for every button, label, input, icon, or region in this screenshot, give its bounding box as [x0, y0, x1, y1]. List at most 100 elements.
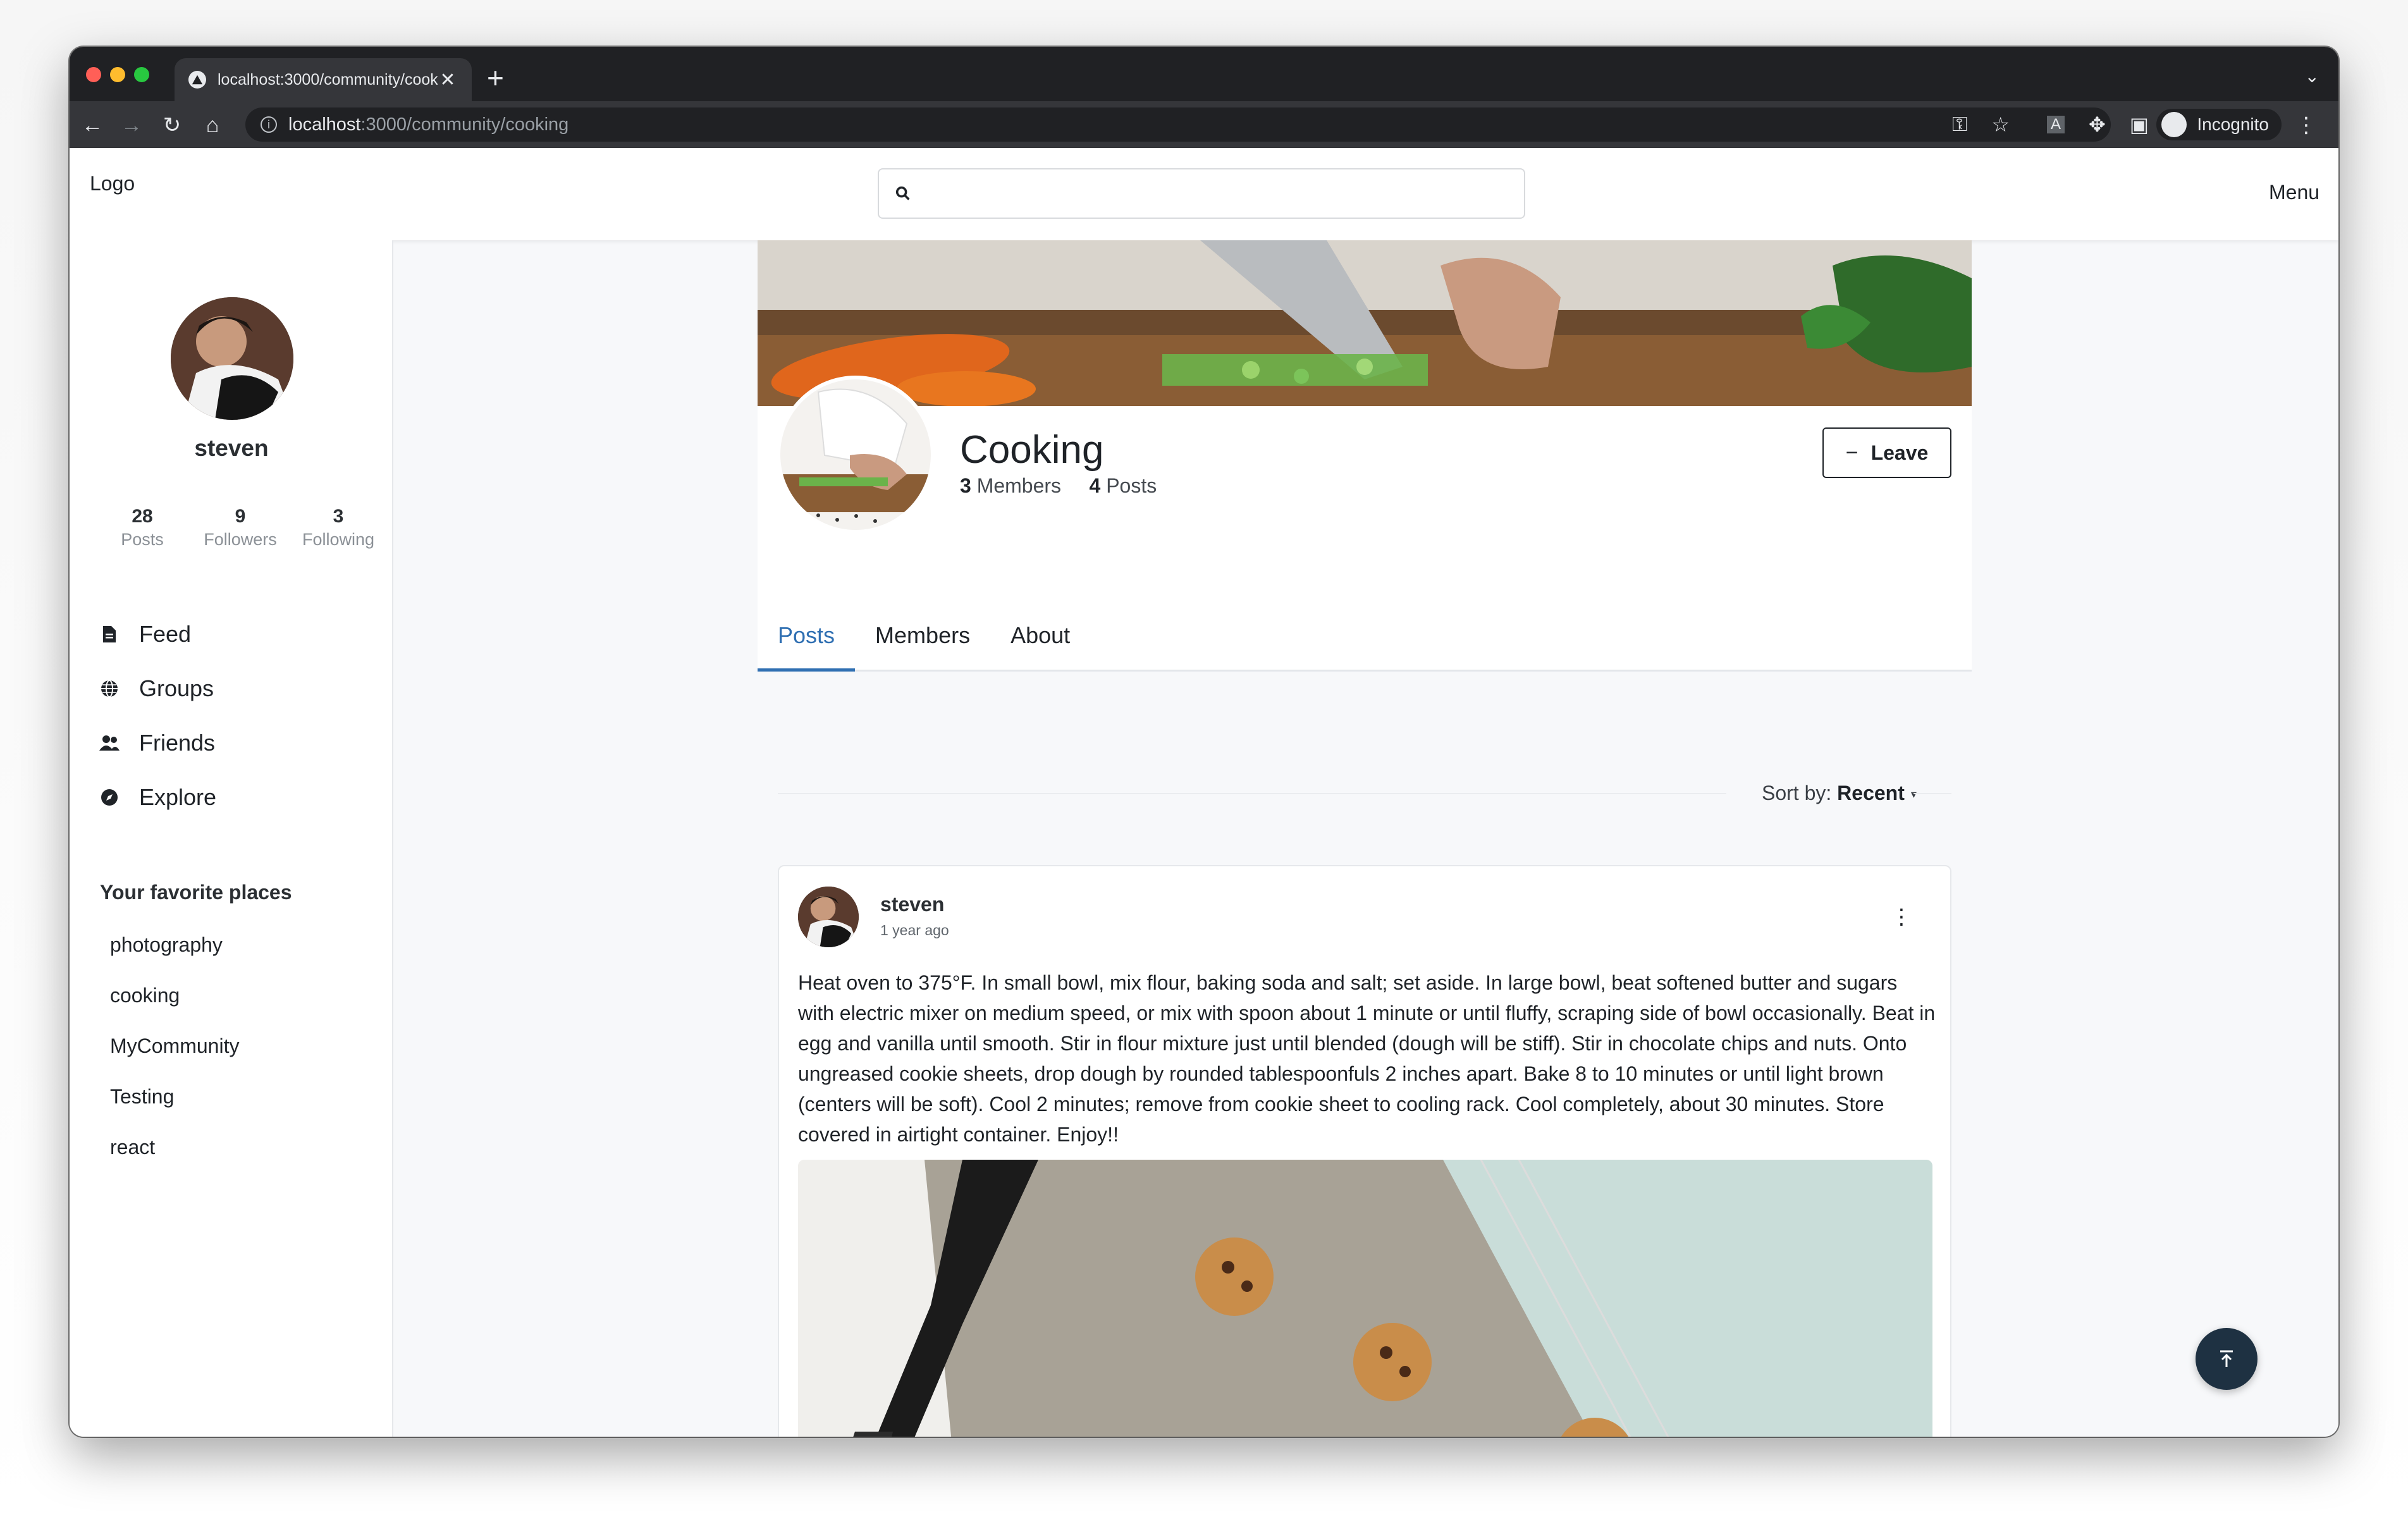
sidebar-item-friends[interactable]: Friends	[99, 716, 216, 770]
divider	[778, 793, 1726, 794]
tab-bar: localhost:3000/community/cooking ✕ + ⌄	[70, 47, 2338, 101]
forward-arrow-icon[interactable]: →	[119, 113, 144, 138]
document-icon	[99, 623, 120, 645]
translate-icon[interactable]: A	[2046, 116, 2065, 133]
reload-icon[interactable]: ↻	[159, 113, 185, 138]
favorite-item[interactable]: MyCommunity	[110, 1021, 239, 1071]
minimize-window-button[interactable]	[110, 67, 125, 82]
incognito-icon	[2161, 112, 2187, 137]
caret-down-icon: ▾	[1910, 788, 1917, 801]
browser-tab[interactable]: localhost:3000/community/cooking ✕	[175, 58, 472, 101]
puzzle-icon[interactable]: ✥	[2089, 113, 2106, 137]
favorites-list: photography cooking MyCommunity Testing …	[110, 919, 239, 1172]
post-text: Heat oven to 375°F. In small bowl, mix f…	[798, 971, 1936, 1146]
stat-following-label: Following	[302, 530, 375, 549]
incognito-label: Incognito	[2197, 114, 2269, 134]
stat-following-count: 3	[333, 506, 344, 527]
profile-stats: 28 Posts 9 Followers 3 Following	[95, 506, 386, 550]
star-icon[interactable]: ☆	[1991, 113, 2010, 137]
post-timestamp: 1 year ago	[880, 922, 949, 938]
favorite-item[interactable]: cooking	[110, 970, 239, 1021]
back-arrow-icon[interactable]: ←	[80, 113, 105, 138]
minus-icon: −	[1845, 440, 1858, 465]
stat-posts-count: 28	[132, 506, 153, 527]
members-count: 3	[960, 474, 971, 497]
leave-label: Leave	[1870, 441, 1929, 464]
tab-title: localhost:3000/community/cooking	[218, 70, 438, 89]
members-label[interactable]: Members	[977, 474, 1061, 497]
sort-dropdown[interactable]: Sort by: Recent ▾	[1762, 782, 1917, 805]
users-icon	[99, 732, 120, 754]
extension-actions: A ✥ ▣	[2046, 113, 2149, 137]
community-tabs: Posts Members About	[758, 613, 1972, 672]
browser-menu-icon[interactable]: ⋮	[2295, 113, 2317, 138]
incognito-badge[interactable]: Incognito	[2156, 109, 2282, 140]
url-path: :3000/community/cooking	[360, 114, 569, 135]
more-vertical-icon[interactable]: ⋮	[1891, 904, 1912, 930]
sidebar-item-label: Friends	[139, 730, 216, 756]
community-avatar[interactable]	[777, 376, 935, 534]
favorites-title: Your favorite places	[100, 881, 292, 904]
favorite-item[interactable]: Testing	[110, 1071, 239, 1122]
sidebar-item-label: Feed	[139, 621, 192, 647]
posts-label: Posts	[1106, 474, 1157, 497]
app-header: Logo Menu	[70, 148, 2338, 240]
tab-members[interactable]: Members	[855, 613, 990, 672]
divider	[1914, 793, 1951, 794]
sidebar-item-feed[interactable]: Feed	[99, 607, 216, 661]
sidebar-nav: Feed Groups Friends Explore	[99, 607, 216, 825]
maximize-window-button[interactable]	[134, 67, 149, 82]
sidebar-item-explore[interactable]: Explore	[99, 770, 216, 825]
favorite-item[interactable]: photography	[110, 919, 239, 970]
omnibox-actions: ⚿ ☆	[1952, 113, 2010, 137]
tab-posts[interactable]: Posts	[758, 613, 856, 672]
sidebar-item-groups[interactable]: Groups	[99, 661, 216, 716]
profile-name[interactable]: steven	[70, 435, 393, 462]
favorite-item[interactable]: react	[110, 1122, 239, 1172]
scroll-to-top-button[interactable]	[2196, 1328, 2258, 1390]
search-input[interactable]	[878, 168, 1525, 219]
sidebar-item-label: Explore	[139, 784, 217, 810]
triangle-icon	[188, 71, 206, 89]
sort-row: Sort by: Recent ▾	[778, 774, 1951, 812]
post-image[interactable]	[798, 1160, 1932, 1437]
community-name: Cooking	[960, 428, 1104, 472]
profile-avatar[interactable]	[171, 297, 293, 420]
url-host: localhost	[288, 114, 361, 135]
sidebar-item-label: Groups	[139, 675, 214, 701]
stat-followers[interactable]: 9 Followers	[193, 506, 288, 550]
menu-button[interactable]: Menu	[2269, 181, 2338, 204]
sort-label: Sort by:	[1762, 782, 1832, 804]
search-icon	[895, 186, 910, 200]
stat-following[interactable]: 3 Following	[291, 506, 386, 550]
close-window-button[interactable]	[86, 67, 101, 82]
compass-icon	[99, 787, 120, 808]
community-banner-image	[758, 240, 1972, 406]
logo[interactable]: Logo	[90, 172, 135, 195]
stat-posts[interactable]: 28 Posts	[95, 506, 190, 550]
sidebar: steven 28 Posts 9 Followers 3 Following	[70, 240, 393, 1437]
stat-followers-count: 9	[235, 506, 246, 527]
side-panel-icon[interactable]: ▣	[2130, 113, 2149, 137]
leave-button[interactable]: − Leave	[1822, 427, 1951, 478]
posts-count: 4	[1089, 474, 1101, 497]
community-header: Cooking 3 Members 4 Posts − Leave Posts …	[758, 240, 1972, 672]
address-bar[interactable]: i localhost :3000/community/cooking	[245, 107, 2111, 142]
arrow-up-to-line-icon	[2220, 1350, 2233, 1367]
tab-close-icon[interactable]: ✕	[438, 69, 458, 91]
site-info-icon[interactable]: i	[261, 116, 277, 133]
new-tab-button[interactable]: +	[487, 63, 504, 92]
stat-posts-label: Posts	[121, 530, 164, 549]
browser-window: localhost:3000/community/cooking ✕ + ⌄ ←…	[70, 47, 2338, 1437]
sort-value: Recent	[1837, 782, 1905, 804]
post-card: steven 1 year ago ⋮ Heat oven to 375°F. …	[778, 865, 1951, 1437]
browser-toolbar: ← → ↻ ⌂ i localhost :3000/community/cook…	[70, 101, 2338, 148]
tab-search-chevron-icon[interactable]: ⌄	[2305, 66, 2319, 87]
web-page: Logo Menu steven 28 Posts 9 Followers 3 …	[70, 148, 2338, 1437]
key-icon[interactable]: ⚿	[1952, 113, 1967, 137]
home-icon[interactable]: ⌂	[200, 113, 225, 138]
stat-followers-label: Followers	[204, 530, 277, 549]
post-author-avatar[interactable]	[798, 887, 859, 947]
tab-about[interactable]: About	[990, 613, 1090, 672]
post-author-name[interactable]: steven	[880, 893, 944, 916]
